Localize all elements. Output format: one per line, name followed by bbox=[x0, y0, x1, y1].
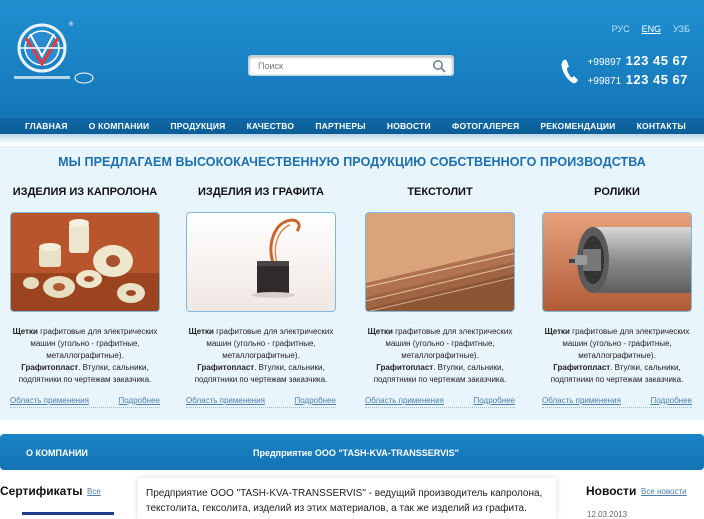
product-photo-caprolon[interactable] bbox=[10, 212, 160, 312]
nav-shadow bbox=[0, 134, 704, 144]
more-link[interactable]: Подробнее bbox=[119, 396, 161, 405]
caprolon-parts-image bbox=[11, 213, 159, 311]
phone-prefix: +99871 bbox=[587, 76, 622, 87]
product-title[interactable]: РОЛИКИ bbox=[542, 186, 692, 200]
news-all-link[interactable]: Все новости bbox=[641, 487, 687, 496]
search-box[interactable] bbox=[248, 55, 454, 76]
phone-number: 123 45 67 bbox=[625, 72, 688, 87]
application-link[interactable]: Область применения bbox=[542, 396, 621, 405]
main-nav: ГЛАВНАЯ О КОМПАНИИ ПРОДУКЦИЯ КАЧЕСТВО ПА… bbox=[0, 118, 704, 134]
about-text: Предприятие ООО "TASH-KVA-TRANSSERVIS" -… bbox=[138, 478, 556, 519]
nav-item-quality[interactable]: КАЧЕСТВО bbox=[247, 118, 295, 134]
more-link[interactable]: Подробнее bbox=[474, 396, 516, 405]
lang-ru[interactable]: РУС bbox=[612, 24, 630, 34]
product-description: Щетки графитовые для электрических машин… bbox=[365, 326, 515, 386]
phone-numbers: +99897 123 45 67 +99871 123 45 67 bbox=[588, 52, 688, 90]
desc-bold: Графитопласт bbox=[197, 363, 255, 372]
certificate-thumbnail[interactable] bbox=[22, 512, 114, 519]
application-link[interactable]: Область применения bbox=[186, 396, 265, 405]
nav-item-products[interactable]: ПРОДУКЦИЯ bbox=[170, 118, 225, 134]
lang-uz[interactable]: УЗБ bbox=[673, 24, 690, 34]
textolite-sheets-image bbox=[366, 213, 514, 311]
product-links: Область применения Подробнее bbox=[365, 396, 515, 405]
product-title[interactable]: ИЗДЕЛИЯ ИЗ ГРАФИТА bbox=[186, 186, 336, 200]
section-headline: МЫ ПРЕДЛАГАЕМ ВЫСОКОКАЧЕСТВЕННУЮ ПРОДУКЦ… bbox=[58, 155, 646, 169]
desc-bold: Щетки bbox=[188, 327, 214, 336]
product-description: Щетки графитовые для электрических машин… bbox=[186, 326, 336, 386]
news-date: 12.03.2013 bbox=[587, 510, 628, 519]
certificates-title: Сертификаты bbox=[0, 484, 83, 498]
desc-bold: Щетки bbox=[12, 327, 38, 336]
search-icon[interactable] bbox=[432, 59, 446, 73]
about-bar: О КОМПАНИИ Предприятие ООО "TASH-KVA-TRA… bbox=[0, 434, 704, 470]
application-link[interactable]: Область применения bbox=[10, 396, 89, 405]
dotted-divider bbox=[542, 407, 692, 408]
about-bar-company: Предприятие ООО "TASH-KVA-TRANSSERVIS" bbox=[253, 448, 459, 458]
product-card-textolite: ТЕКСТОЛИТ Щетки графитовые для электриче… bbox=[365, 186, 515, 408]
phone-prefix: +99897 bbox=[587, 57, 622, 68]
phone-icon bbox=[561, 59, 578, 84]
desc-text: графитовые для электрических машин (угол… bbox=[562, 327, 690, 360]
more-link[interactable]: Подробнее bbox=[295, 396, 337, 405]
svg-text:®: ® bbox=[68, 21, 74, 28]
product-title[interactable]: ИЗДЕЛИЯ ИЗ КАПРОЛОНА bbox=[10, 186, 160, 200]
dotted-divider bbox=[186, 407, 336, 408]
desc-bold: Щетки bbox=[544, 327, 570, 336]
product-description: Щетки графитовые для электрических машин… bbox=[10, 326, 160, 386]
application-link[interactable]: Область применения bbox=[365, 396, 444, 405]
graphite-brush-image bbox=[187, 213, 335, 311]
product-description: Щетки графитовые для электрических машин… bbox=[542, 326, 692, 386]
nav-item-home[interactable]: ГЛАВНАЯ bbox=[25, 118, 68, 134]
site-header: ® РУС ENG УЗБ +99897 123 45 67 +99871 12… bbox=[0, 0, 704, 118]
desc-bold: Графитопласт bbox=[376, 363, 434, 372]
dotted-divider bbox=[10, 407, 160, 408]
nav-item-news[interactable]: НОВОСТИ bbox=[387, 118, 431, 134]
product-links: Область применения Подробнее bbox=[542, 396, 692, 405]
nav-item-partners[interactable]: ПАРТНЕРЫ bbox=[315, 118, 365, 134]
dotted-divider bbox=[365, 407, 515, 408]
desc-text: графитовые для электрических машин (угол… bbox=[206, 327, 334, 360]
product-title[interactable]: ТЕКСТОЛИТ bbox=[365, 186, 515, 200]
desc-bold: Графитопласт bbox=[21, 363, 79, 372]
product-photo-textolite[interactable] bbox=[365, 212, 515, 312]
lang-en[interactable]: ENG bbox=[642, 24, 662, 34]
nav-item-contacts[interactable]: КОНТАКТЫ bbox=[637, 118, 686, 134]
about-bar-title[interactable]: О КОМПАНИИ bbox=[26, 448, 88, 458]
nav-item-recommendations[interactable]: РЕКОМЕНДАЦИИ bbox=[540, 118, 615, 134]
certificates-all-link[interactable]: Все bbox=[87, 487, 101, 496]
language-switcher: РУС ENG УЗБ bbox=[612, 24, 690, 34]
phone-line-1[interactable]: +99897 123 45 67 bbox=[588, 52, 688, 71]
more-link[interactable]: Подробнее bbox=[651, 396, 693, 405]
product-links: Область применения Подробнее bbox=[186, 396, 336, 405]
product-photo-graphite[interactable] bbox=[186, 212, 336, 312]
product-card-graphite: ИЗДЕЛИЯ ИЗ ГРАФИТА Щетки графитовые для … bbox=[186, 186, 336, 408]
product-card-rollers: РОЛИКИ Щетки графитовые для электрически… bbox=[542, 186, 692, 408]
phone-number: 123 45 67 bbox=[625, 53, 688, 68]
phone-line-2[interactable]: +99871 123 45 67 bbox=[588, 71, 688, 90]
desc-bold: Графитопласт bbox=[553, 363, 611, 372]
desc-text: графитовые для электрических машин (угол… bbox=[30, 327, 158, 360]
nav-item-about[interactable]: О КОМПАНИИ bbox=[89, 118, 149, 134]
roller-image bbox=[543, 213, 691, 311]
desc-bold: Щетки bbox=[367, 327, 393, 336]
search-input[interactable] bbox=[249, 56, 429, 76]
desc-text: графитовые для электрических машин (угол… bbox=[385, 327, 513, 360]
product-links: Область применения Подробнее bbox=[10, 396, 160, 405]
product-photo-rollers[interactable] bbox=[542, 212, 692, 312]
products-section: МЫ ПРЕДЛАГАЕМ ВЫСОКОКАЧЕСТВЕННУЮ ПРОДУКЦ… bbox=[0, 146, 704, 420]
company-logo[interactable]: ® bbox=[12, 14, 102, 94]
product-card-caprolon: ИЗДЕЛИЯ ИЗ КАПРОЛОНА Щетки графитовые дл… bbox=[10, 186, 160, 408]
news-title: Новости bbox=[586, 484, 637, 498]
nav-item-gallery[interactable]: ФОТОГАЛЕРЕЯ bbox=[452, 118, 519, 134]
